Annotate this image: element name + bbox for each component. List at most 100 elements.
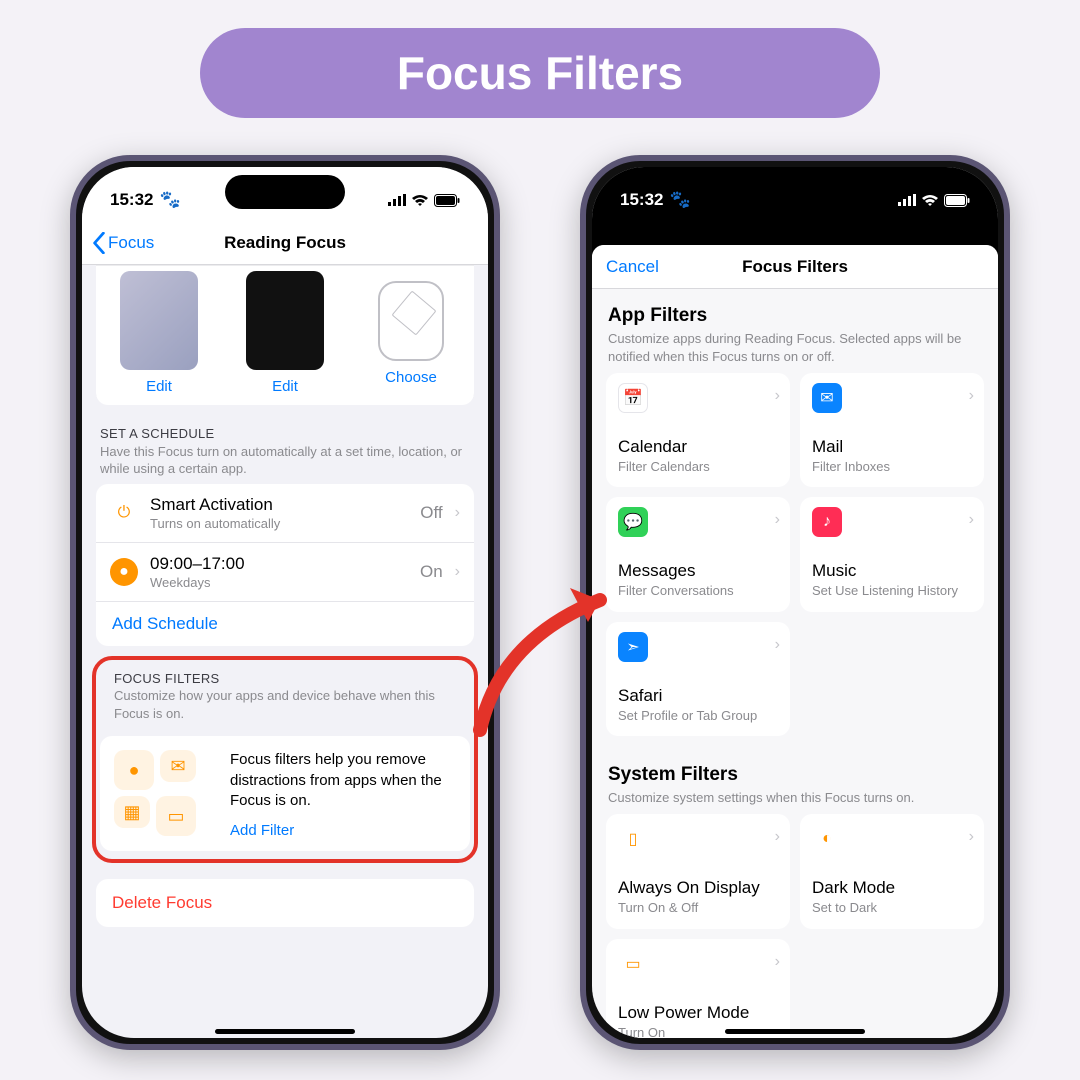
dark-mode-icon: ◐ (812, 824, 842, 854)
focus-filters-header-desc: Customize how your apps and device behav… (114, 687, 456, 722)
time-schedule-value: On (420, 562, 443, 582)
focus-filters-header: FOCUS FILTERS Customize how your apps an… (96, 660, 474, 729)
app-filters-desc: Customize apps during Reading Focus. Sel… (608, 330, 982, 365)
choose-label: Choose (385, 369, 437, 386)
system-filters-title: System Filters (608, 764, 982, 786)
chat-icon: ● (114, 750, 154, 790)
app-filters-title: App Filters (608, 305, 982, 327)
chevron-right-icon: › (775, 953, 780, 971)
focus-filters-highlight: FOCUS FILTERS Customize how your apps an… (92, 656, 478, 864)
dark-mode-tile[interactable]: ◐ › Dark Mode Set to Dark (800, 814, 984, 928)
wifi-icon (921, 194, 939, 207)
cancel-button[interactable]: Cancel (606, 257, 659, 277)
chevron-right-icon: › (775, 511, 780, 529)
system-filters-header: System Filters Customize system settings… (592, 736, 998, 815)
system-filters-grid: ▯ › Always On Display Turn On & Off ◐ › … (592, 814, 998, 1038)
schedule-header-title: SET A SCHEDULE (100, 425, 470, 443)
schedule-card: ⏻ Smart Activation Turns on automaticall… (96, 484, 474, 646)
phone-right: 15:32 🐾 Cancel Focus Filters App Filt (580, 155, 1010, 1050)
tile-sub: Set Use Listening History (812, 583, 972, 599)
messages-icon: 💬 (618, 507, 648, 537)
battery-icon (944, 194, 970, 207)
clock-icon: ● (110, 558, 138, 586)
tile-title: Mail (812, 437, 972, 457)
aod-tile[interactable]: ▯ › Always On Display Turn On & Off (606, 814, 790, 928)
calendar-icon: ▦ (114, 796, 150, 828)
sheet-nav: Cancel Focus Filters (592, 245, 998, 289)
nav-bar: Focus Reading Focus (82, 221, 488, 265)
battery-icon: ▭ (618, 949, 648, 979)
chevron-right-icon: › (969, 387, 974, 405)
back-label: Focus (108, 233, 154, 253)
arrow-annotation (460, 560, 640, 760)
calendar-icon: 📅 (618, 383, 648, 413)
nav-title: Reading Focus (224, 233, 346, 253)
smart-activation-title: Smart Activation (150, 495, 408, 515)
cellular-icon (388, 194, 406, 206)
homescreen-thumb[interactable]: Edit (222, 265, 348, 405)
tile-title: Dark Mode (812, 878, 972, 898)
system-filters-desc: Customize system settings when this Focu… (608, 789, 982, 807)
low-power-tile[interactable]: ▭ › Low Power Mode Turn On (606, 939, 790, 1038)
smart-activation-sub: Turns on automatically (150, 516, 408, 531)
battery-icon (434, 194, 460, 207)
time-schedule-title: 09:00–17:00 (150, 554, 408, 574)
time-schedule-row[interactable]: ● 09:00–17:00 Weekdays On › (96, 543, 474, 602)
tile-sub: Filter Inboxes (812, 459, 972, 475)
wifi-icon (411, 194, 429, 207)
tile-title: Low Power Mode (618, 1003, 778, 1023)
tile-sub: Set to Dark (812, 900, 972, 916)
filter-iconset: ● ✉ ▦ ▭ (114, 750, 214, 841)
chevron-right-icon: › (455, 504, 460, 522)
edit-label: Edit (146, 378, 172, 395)
schedule-header: SET A SCHEDULE Have this Focus turn on a… (82, 425, 488, 484)
focus-filters-help: Focus filters help you remove distractio… (230, 750, 456, 811)
tile-sub: Filter Conversations (618, 583, 778, 599)
page-title: Focus Filters (397, 46, 683, 100)
home-indicator (725, 1029, 865, 1034)
add-schedule-button[interactable]: Add Schedule (96, 602, 474, 646)
lockscreen-thumb[interactable]: Edit (96, 265, 222, 405)
delete-focus-button[interactable]: Delete Focus (96, 879, 474, 927)
music-tile[interactable]: ♪ › Music Set Use Listening History (800, 497, 984, 611)
chevron-right-icon: › (775, 387, 780, 405)
tile-title: Safari (618, 686, 778, 706)
cancel-label: Cancel (606, 257, 659, 277)
chevron-right-icon: › (775, 828, 780, 846)
chevron-left-icon (92, 232, 106, 254)
status-time: 15:32 (110, 190, 153, 210)
calendar-tile[interactable]: 📅 › Calendar Filter Calendars (606, 373, 790, 487)
display-icon: ▯ (618, 824, 648, 854)
mail-tile[interactable]: ✉ › Mail Filter Inboxes (800, 373, 984, 487)
mail-icon: ✉ (160, 750, 196, 782)
edit-label: Edit (272, 378, 298, 395)
tile-title: Music (812, 561, 972, 581)
page-title-pill: Focus Filters (200, 28, 880, 118)
screen-thumbnails: Edit Edit Choose (96, 265, 474, 405)
mail-icon: ✉ (812, 383, 842, 413)
app-filters-header: App Filters Customize apps during Readin… (592, 289, 998, 373)
add-filter-button[interactable]: Add Filter (230, 821, 294, 841)
watch-thumb[interactable]: Choose (348, 265, 474, 405)
tile-sub: Filter Calendars (618, 459, 778, 475)
paw-icon: 🐾 (669, 190, 690, 210)
chevron-right-icon: › (775, 636, 780, 654)
paw-icon: 🐾 (159, 190, 180, 210)
home-indicator (215, 1029, 355, 1034)
tile-title: Always On Display (618, 878, 778, 898)
tile-sub: Turn On & Off (618, 900, 778, 916)
schedule-header-desc: Have this Focus turn on automatically at… (100, 443, 470, 478)
chevron-right-icon: › (969, 511, 974, 529)
focus-filters-header-title: FOCUS FILTERS (114, 670, 456, 688)
focus-filters-card: ● ✉ ▦ ▭ Focus filters help you remove di… (100, 736, 470, 851)
music-icon: ♪ (812, 507, 842, 537)
smart-activation-row[interactable]: ⏻ Smart Activation Turns on automaticall… (96, 484, 474, 543)
status-time: 15:32 (620, 190, 663, 210)
time-schedule-sub: Weekdays (150, 575, 408, 590)
cellular-icon (898, 194, 916, 206)
phone-left: 15:32 🐾 Focus Reading Focus Edit Edit Ch (70, 155, 500, 1050)
smart-activation-value: Off (420, 503, 442, 523)
chevron-right-icon: › (969, 828, 974, 846)
dynamic-island (225, 175, 345, 209)
back-button[interactable]: Focus (92, 232, 154, 254)
